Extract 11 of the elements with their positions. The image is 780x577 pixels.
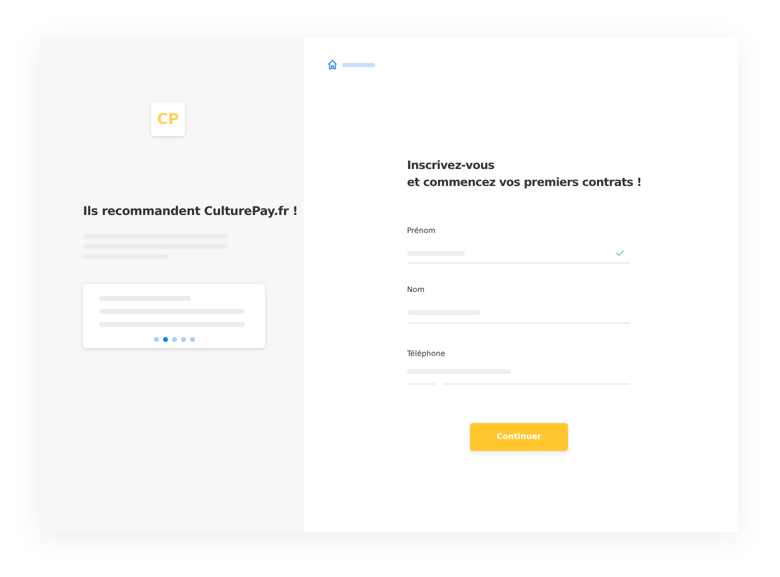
breadcrumb-placeholder [342,62,375,66]
carousel-dot[interactable] [172,337,176,342]
continue-button[interactable]: Continuer [470,422,568,451]
carousel-dot[interactable] [180,337,186,342]
logo: CP [151,102,185,136]
carousel-dot[interactable] [190,337,194,342]
home-icon[interactable] [327,59,338,70]
form-heading: Inscrivez-vous et commencez vos premiers contrats ! [407,157,642,191]
carousel-dot[interactable] [162,337,168,342]
carousel-dot[interactable] [154,337,158,342]
sidebar-title: Ils recommandent CulturePay.fr ! [83,203,299,220]
